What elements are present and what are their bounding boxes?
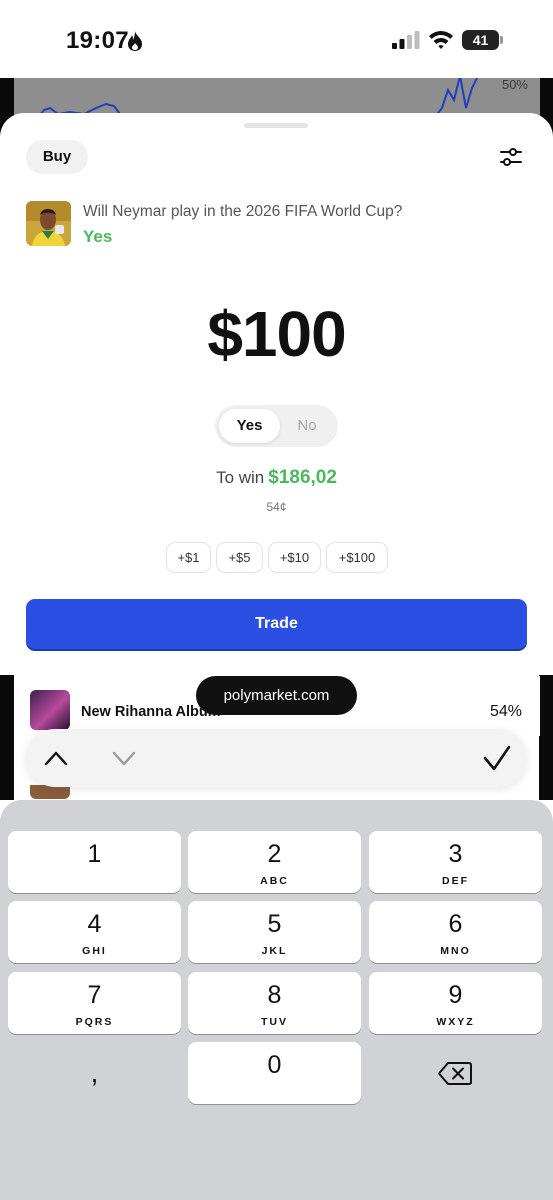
key-6[interactable]: 6 MNO bbox=[369, 901, 542, 963]
quick-add-1-button[interactable]: +$1 bbox=[166, 542, 211, 573]
list-item-image-partial bbox=[30, 785, 70, 799]
key-letters: JKL bbox=[261, 945, 288, 957]
key-2[interactable]: 2 ABC bbox=[188, 831, 361, 893]
checkmark-icon[interactable] bbox=[482, 744, 512, 772]
key-letters: GHI bbox=[82, 945, 107, 957]
chevron-up-icon[interactable] bbox=[42, 746, 70, 770]
settings-sliders-icon[interactable] bbox=[498, 146, 524, 168]
key-digit: 6 bbox=[448, 910, 463, 938]
background-chart-percent: 50% bbox=[501, 78, 528, 92]
key-digit: 3 bbox=[448, 840, 463, 868]
wifi-icon bbox=[429, 31, 453, 49]
key-letters: TUV bbox=[261, 1016, 288, 1028]
battery-cap bbox=[500, 36, 503, 44]
toggle-yes-option[interactable]: Yes bbox=[219, 409, 280, 443]
to-win-label: To win bbox=[216, 468, 265, 487]
cellular-signal-icon bbox=[392, 31, 420, 49]
key-digit: 9 bbox=[448, 981, 463, 1009]
market-question: Will Neymar play in the 2026 FIFA World … bbox=[83, 203, 403, 220]
key-5[interactable]: 5 JKL bbox=[188, 901, 361, 963]
key-digit: 1 bbox=[87, 840, 102, 868]
outcome-toggle: Yes No bbox=[215, 405, 338, 447]
battery-indicator: 41 bbox=[462, 30, 504, 50]
to-win-row: To win $186,02 bbox=[0, 467, 553, 489]
market-image bbox=[26, 201, 71, 246]
quick-add-100-button[interactable]: +$100 bbox=[326, 542, 388, 573]
quick-add-5-button[interactable]: +$5 bbox=[216, 542, 263, 573]
key-1[interactable]: 1 bbox=[8, 831, 181, 893]
key-digit: 0 bbox=[267, 1051, 282, 1079]
to-win-value: $186,02 bbox=[268, 467, 337, 488]
key-digit: 2 bbox=[267, 840, 282, 868]
key-letters: PQRS bbox=[75, 1016, 114, 1028]
backspace-icon bbox=[438, 1062, 472, 1085]
key-letters: MNO bbox=[440, 945, 471, 957]
chevron-down-icon[interactable] bbox=[110, 746, 138, 770]
list-item-image bbox=[30, 690, 70, 730]
flame-icon bbox=[128, 31, 142, 51]
key-digit: 7 bbox=[87, 981, 102, 1009]
buy-mode-button[interactable]: Buy bbox=[26, 140, 88, 174]
trade-button[interactable]: Trade bbox=[26, 599, 527, 649]
key-letters: WXYZ bbox=[436, 1016, 475, 1028]
price-per-share: 54¢ bbox=[266, 500, 287, 514]
key-digit: 5 bbox=[267, 910, 282, 938]
key-8[interactable]: 8 TUV bbox=[188, 972, 361, 1034]
key-9[interactable]: 9 WXYZ bbox=[369, 972, 542, 1034]
quick-add-10-button[interactable]: +$10 bbox=[268, 542, 321, 573]
key-digit: 8 bbox=[267, 981, 282, 1009]
key-3[interactable]: 3 DEF bbox=[369, 831, 542, 893]
key-delete[interactable] bbox=[369, 1042, 542, 1104]
key-letters: ABC bbox=[260, 875, 289, 887]
sheet-grabber[interactable] bbox=[244, 123, 308, 128]
status-bar: 19:07 41 bbox=[0, 0, 553, 78]
key-7[interactable]: 7 PQRS bbox=[8, 972, 181, 1034]
status-time: 19:07 bbox=[66, 27, 129, 54]
key-letters: DEF bbox=[442, 875, 469, 887]
toggle-no-option[interactable]: No bbox=[280, 409, 334, 443]
browser-url-pill[interactable]: polymarket.com bbox=[196, 676, 357, 715]
trade-sheet: Buy Will Neymar play in the 2026 FIFA Wo… bbox=[0, 113, 553, 675]
keyboard-accessory-bar bbox=[26, 729, 527, 787]
key-4[interactable]: 4 GHI bbox=[8, 901, 181, 963]
amount-display[interactable]: $100 bbox=[0, 297, 553, 371]
key-decimal-comma[interactable]: , bbox=[8, 1042, 181, 1104]
market-outcome: Yes bbox=[83, 227, 113, 246]
key-0[interactable]: 0 bbox=[188, 1042, 361, 1104]
key-digit: 4 bbox=[87, 910, 102, 938]
list-item-percent: 54% bbox=[489, 703, 522, 720]
battery-level: 41 bbox=[462, 30, 499, 50]
